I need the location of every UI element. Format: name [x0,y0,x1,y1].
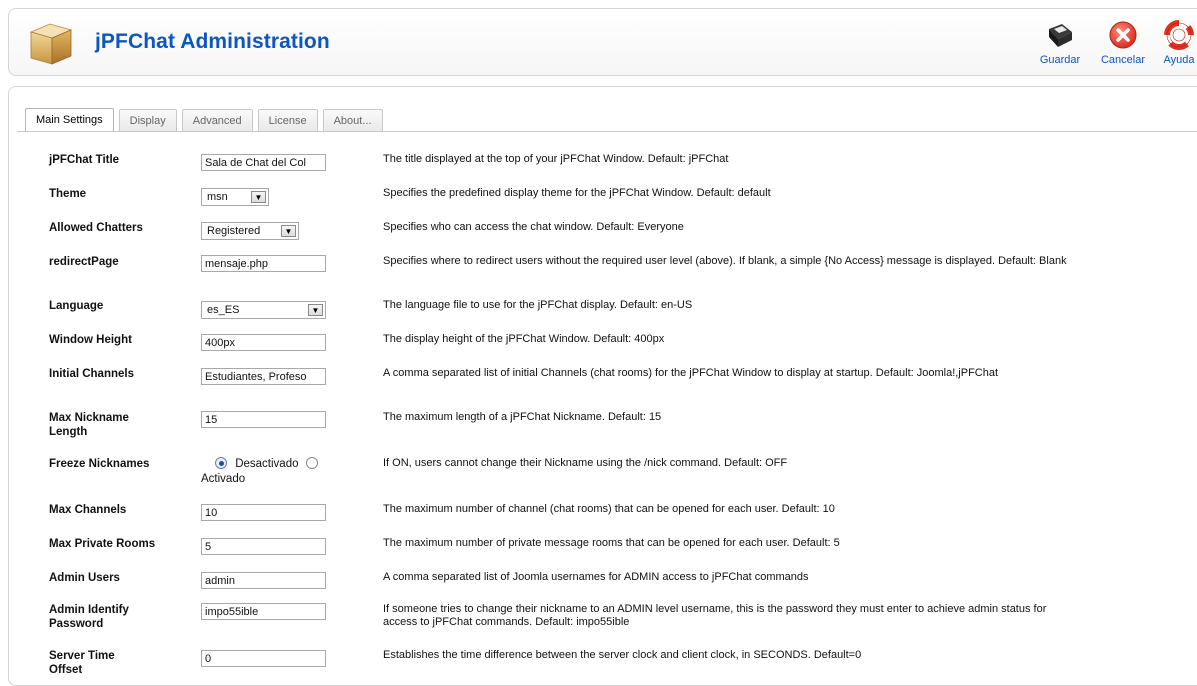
setting-description: Specifies the predefined display theme f… [383,187,771,199]
cancel-button-label: Cancelar [1100,54,1146,66]
setting-description: The maximum length of a jPFChat Nickname… [383,411,662,423]
server-time-offset-input[interactable]: 0 [201,650,326,667]
save-button[interactable]: Guardar [1028,17,1092,73]
tab-about[interactable]: About... [322,109,383,132]
settings-panel: Main Settings Display Advanced License A… [8,86,1197,686]
setting-label: Theme [49,188,87,200]
tab-bar: Main Settings Display Advanced License A… [25,108,388,132]
help-button-label: Ayuda [1163,54,1195,66]
tab-advanced[interactable]: Advanced [181,109,253,132]
setting-label: Freeze Nicknames [49,458,150,470]
admin-users-input[interactable]: admin [201,572,326,589]
max-channels-input[interactable]: 10 [201,504,326,521]
language-select-value: es_ES [207,304,240,316]
setting-label: Server Time Offset [49,650,115,676]
title-input[interactable]: Sala de Chat del Col [201,154,326,171]
setting-label: jPFChat Title [49,154,120,166]
allowed-chatters-value: Registered [207,225,261,237]
allowed-chatters-select[interactable]: Registered ▼ [201,222,299,240]
setting-label: Max Private Rooms [49,538,156,550]
setting-description: Specifies where to redirect users withou… [383,255,1067,267]
admin-password-input[interactable]: impo55ible [201,603,326,620]
save-icon [1028,17,1092,53]
setting-description: If ON, users cannot change their Nicknam… [383,457,788,469]
setting-label: Max Nickname Length [49,412,129,438]
setting-label: redirectPage [49,256,119,268]
setting-label: Admin Users [49,572,120,584]
language-select[interactable]: es_ES ▼ [201,301,326,319]
tab-divider [17,131,1197,132]
setting-label: Max Channels [49,504,127,516]
freeze-on-radio[interactable] [305,457,318,469]
cancel-icon [1092,17,1154,53]
setting-description: The maximum number of private message ro… [383,537,840,549]
tab-main-settings[interactable]: Main Settings [25,108,114,132]
cancel-button[interactable]: Cancelar [1092,17,1154,73]
package-box-icon [25,18,75,68]
header-bar: jPFChat Administration Guardar Cancelar … [8,8,1197,76]
toolbar: Guardar Cancelar Ayuda [1028,17,1197,73]
setting-label: Admin Identify Password [49,604,129,630]
setting-description: A comma separated list of initial Channe… [383,367,999,379]
window-height-input[interactable]: 400px [201,334,326,351]
setting-description: The display height of the jPFChat Window… [383,333,665,345]
help-lifebuoy-icon [1154,17,1197,53]
chevron-down-icon: ▼ [308,304,323,316]
theme-select-value: msn [207,191,228,203]
chevron-down-icon: ▼ [251,191,266,203]
setting-description: If someone tries to change their nicknam… [383,603,1047,628]
tab-display[interactable]: Display [118,109,177,132]
freeze-off-radio[interactable] [215,457,227,469]
tab-license[interactable]: License [257,109,318,132]
setting-description: Establishes the time difference between … [383,649,862,661]
save-button-label: Guardar [1039,54,1081,66]
setting-label: Initial Channels [49,368,134,380]
theme-select[interactable]: msn ▼ [201,188,269,206]
page-title: jPFChat Administration [95,30,330,53]
help-button[interactable]: Ayuda [1154,17,1197,73]
initial-channels-input[interactable]: Estudiantes, Profeso [201,368,326,385]
max-nickname-length-input[interactable]: 15 [201,411,326,428]
setting-description: The title displayed at the top of your j… [383,153,729,165]
freeze-off-label: Desactivado [235,458,299,470]
setting-description: A comma separated list of Joomla usernam… [383,571,809,583]
setting-label: Window Height [49,334,132,346]
setting-description: The language file to use for the jPFChat… [383,299,693,311]
chevron-down-icon: ▼ [281,225,296,237]
freeze-on-label: Activado [201,473,246,485]
max-private-rooms-input[interactable]: 5 [201,538,326,555]
setting-label: Language [49,300,104,312]
redirect-page-input[interactable]: mensaje.php [201,255,326,272]
setting-label: Allowed Chatters [49,222,143,234]
setting-description: Specifies who can access the chat window… [383,221,684,233]
setting-description: The maximum number of channel (chat room… [383,503,835,515]
